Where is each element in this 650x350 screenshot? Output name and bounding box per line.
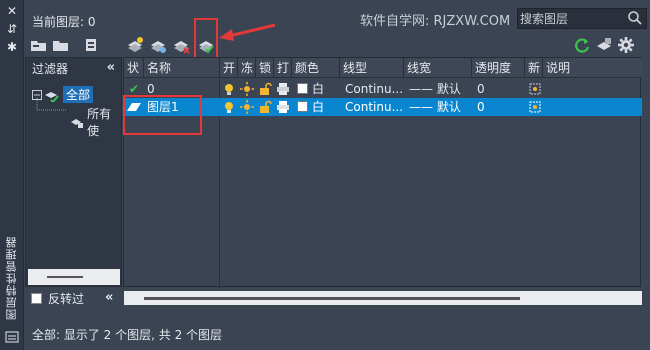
- layer-display-icon[interactable]: [595, 36, 613, 54]
- col-status[interactable]: 状: [124, 58, 144, 78]
- printer-icon[interactable]: [276, 82, 290, 96]
- layer-name[interactable]: 图层1: [144, 98, 218, 116]
- palette-side-strip: ✕ ⇵ ✱ 图层特性管理器: [0, 0, 24, 350]
- close-icon[interactable]: ✕: [5, 4, 19, 18]
- filter-panel-scrollbar[interactable]: [28, 269, 120, 285]
- layer-name[interactable]: 0: [144, 80, 218, 98]
- color-swatch: [297, 101, 308, 112]
- palette-menu-icon[interactable]: [5, 330, 19, 344]
- layer-color-label: 白: [312, 82, 325, 96]
- layer-states-manager-icon[interactable]: [83, 36, 101, 54]
- lightbulb-on-icon[interactable]: [222, 82, 236, 96]
- layer-properties-manager: 当前图层: 0 软件自学网: RJZXW.COM 搜索图层 过滤器 « 全部 所…: [25, 0, 650, 350]
- invert-filter-row[interactable]: 反转过: [31, 290, 84, 307]
- col-freeze[interactable]: 冻: [238, 58, 256, 78]
- lightbulb-on-icon[interactable]: [222, 100, 236, 114]
- col-on[interactable]: 开: [220, 58, 238, 78]
- color-swatch: [297, 83, 308, 94]
- new-vp-freeze-icon[interactable]: [528, 82, 542, 96]
- status-text: 全部: 显示了 2 个图层, 共 2 个图层: [32, 328, 223, 342]
- layer-transparency[interactable]: 0: [474, 98, 524, 116]
- col-transparency[interactable]: 透明度: [472, 58, 525, 78]
- palette-title: 图层特性管理器: [5, 236, 18, 320]
- search-icon[interactable]: [627, 10, 643, 26]
- auto-hide-icon[interactable]: ⇵: [5, 22, 19, 36]
- layer-transparency[interactable]: 0: [474, 80, 524, 98]
- col-new-vp-freeze[interactable]: 新: [525, 58, 543, 78]
- col-description[interactable]: 说明: [543, 58, 642, 78]
- col-plot[interactable]: 打: [274, 58, 292, 78]
- settings-gear-icon[interactable]: [617, 36, 635, 54]
- col-lineweight[interactable]: 线宽: [404, 58, 472, 78]
- filter-panel-header: 过滤器 «: [26, 58, 121, 78]
- layer-list-hscrollbar[interactable]: [124, 291, 642, 305]
- current-layer-label: 当前图层: 0: [32, 15, 96, 29]
- layer-row-selected[interactable]: 图层1 白 Continu... —— 默认 0: [124, 98, 642, 116]
- properties-icon[interactable]: ✱: [5, 40, 19, 54]
- col-name[interactable]: 名称: [144, 58, 220, 78]
- col-lock[interactable]: 锁: [256, 58, 274, 78]
- refresh-icon[interactable]: [573, 36, 591, 54]
- current-layer-check-icon: ✔: [129, 82, 140, 96]
- invert-filter-label: 反转过: [48, 292, 85, 306]
- new-group-filter-icon[interactable]: [52, 36, 70, 54]
- collapse-panel-button[interactable]: «: [105, 290, 113, 305]
- new-vp-freeze-icon[interactable]: [528, 100, 542, 114]
- status-bar: 全部: 显示了 2 个图层, 共 2 个图层: [25, 318, 650, 348]
- filter-panel: 过滤器 « 全部 所有使: [25, 57, 122, 287]
- layer-color[interactable]: 白: [294, 80, 340, 98]
- filters-title: 过滤器: [32, 61, 69, 76]
- layer-lineweight[interactable]: —— 默认: [406, 80, 472, 98]
- invert-filter-checkbox[interactable]: [31, 293, 42, 304]
- layer-linetype[interactable]: Continu...: [342, 98, 404, 116]
- new-layer-icon[interactable]: [126, 36, 144, 54]
- search-input[interactable]: [518, 9, 626, 28]
- layer-lineweight[interactable]: —— 默认: [406, 98, 472, 116]
- new-property-filter-icon[interactable]: [30, 36, 48, 54]
- filter-tree-used[interactable]: 所有使: [70, 105, 121, 139]
- layer-color-label: 白: [312, 100, 325, 114]
- layer-row[interactable]: ✔ 0 白 Continu... —— 默认 0: [124, 80, 642, 98]
- layer-list-header: 状 名称 开 冻 锁 打 颜色 线型 线宽 透明度 新 说明: [124, 58, 642, 78]
- top-bar: 当前图层: 0 软件自学网: RJZXW.COM: [25, 0, 650, 34]
- set-current-layer-icon[interactable]: [197, 36, 215, 54]
- filter-used-label[interactable]: 所有使: [87, 105, 121, 139]
- collapse-filter-panel-button[interactable]: «: [107, 60, 115, 75]
- scrollbar-thumb[interactable]: [47, 276, 83, 278]
- unlock-icon[interactable]: [258, 100, 272, 114]
- layer-color[interactable]: 白: [294, 98, 340, 116]
- printer-icon[interactable]: [276, 100, 290, 114]
- scrollbar-thumb[interactable]: [144, 297, 520, 300]
- delete-layer-icon[interactable]: [172, 36, 190, 54]
- layer-parallelogram-icon: [127, 103, 141, 111]
- toolbar: [25, 34, 650, 56]
- new-layer-vp-frozen-icon[interactable]: [149, 36, 167, 54]
- unlock-icon[interactable]: [258, 82, 272, 96]
- watermark: 软件自学网: RJZXW.COM: [360, 14, 511, 29]
- layer-linetype[interactable]: Continu...: [342, 80, 404, 98]
- search-box[interactable]: [517, 8, 647, 29]
- col-color[interactable]: 颜色: [292, 58, 340, 78]
- pointer-arrow: [219, 23, 276, 41]
- used-layers-filter-icon: [71, 119, 83, 128]
- sun-thawed-icon[interactable]: [240, 82, 254, 96]
- layer-list: 状 名称 开 冻 锁 打 颜色 线型 线宽 透明度 新 说明 ✔ 0 白 Con…: [123, 57, 642, 305]
- sun-thawed-icon[interactable]: [240, 100, 254, 114]
- col-linetype[interactable]: 线型: [340, 58, 404, 78]
